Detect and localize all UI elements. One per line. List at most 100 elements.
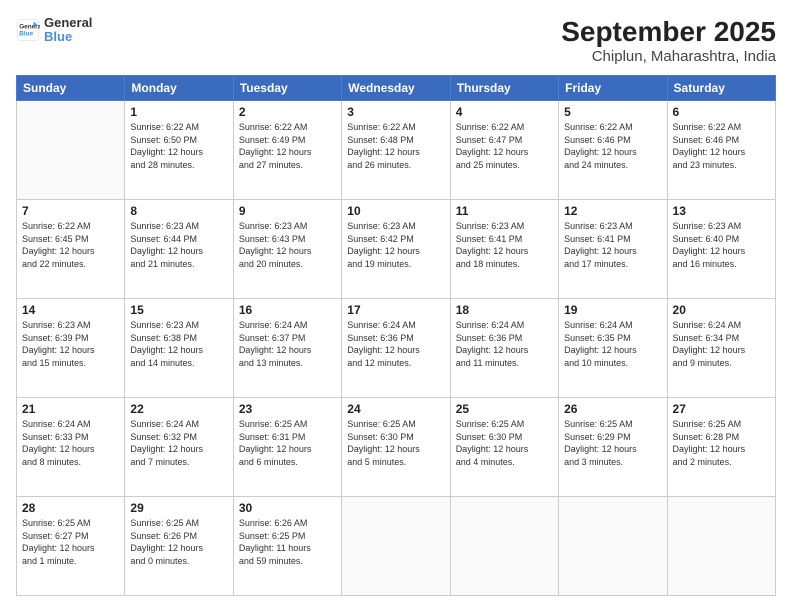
calendar-cell bbox=[559, 497, 667, 596]
day-info: Sunrise: 6:22 AM Sunset: 6:50 PM Dayligh… bbox=[130, 121, 227, 171]
calendar-subtitle: Chiplun, Maharashtra, India bbox=[561, 48, 776, 65]
day-info: Sunrise: 6:25 AM Sunset: 6:27 PM Dayligh… bbox=[22, 517, 119, 567]
calendar-cell: 2Sunrise: 6:22 AM Sunset: 6:49 PM Daylig… bbox=[233, 101, 341, 200]
day-info: Sunrise: 6:23 AM Sunset: 6:44 PM Dayligh… bbox=[130, 220, 227, 270]
svg-text:Blue: Blue bbox=[19, 31, 33, 38]
day-number: 10 bbox=[347, 204, 444, 218]
day-number: 6 bbox=[673, 105, 770, 119]
day-number: 1 bbox=[130, 105, 227, 119]
calendar-cell: 4 Sunrise: 6:22 AM Sunset: 6:47 PM Daylig… bbox=[450, 101, 558, 200]
day-info: Sunrise: 6:22 AM Sunset: 6:48 PM Dayligh… bbox=[347, 121, 444, 171]
calendar-cell: 10 Sunrise: 6:23 AM Sunset: 6:42 PM Dayli… bbox=[342, 200, 450, 299]
logo-line2: Blue bbox=[44, 30, 92, 44]
calendar-cell: 28Sunrise: 6:25 AM Sunset: 6:27 PM Dayli… bbox=[17, 497, 125, 596]
calendar-week-row: 21 Sunrise: 6:24 AM Sunset: 6:33 PM Dayli… bbox=[17, 398, 776, 497]
header: General Blue General Blue September 2025… bbox=[16, 16, 776, 65]
calendar-cell: 23 Sunrise: 6:25 AM Sunset: 6:31 PM Dayli… bbox=[233, 398, 341, 497]
page: General Blue General Blue September 2025… bbox=[0, 0, 792, 612]
day-number: 23 bbox=[239, 402, 336, 416]
logo-icon: General Blue bbox=[16, 18, 40, 42]
day-header: Wednesday bbox=[342, 76, 450, 101]
day-info: Sunrise: 6:24 AM Sunset: 6:35 PM Dayligh… bbox=[564, 319, 661, 369]
day-number: 8 bbox=[130, 204, 227, 218]
calendar-week-row: 14Sunrise: 6:23 AM Sunset: 6:39 PM Dayli… bbox=[17, 299, 776, 398]
day-header: Sunday bbox=[17, 76, 125, 101]
day-info: Sunrise: 6:22 AM Sunset: 6:45 PM Dayligh… bbox=[22, 220, 119, 270]
day-number: 9 bbox=[239, 204, 336, 218]
calendar-header-row: SundayMondayTuesdayWednesdayThursdayFrid… bbox=[17, 76, 776, 101]
calendar-cell: 18 Sunrise: 6:24 AM Sunset: 6:36 PM Dayli… bbox=[450, 299, 558, 398]
calendar-week-row: 28Sunrise: 6:25 AM Sunset: 6:27 PM Dayli… bbox=[17, 497, 776, 596]
calendar-cell bbox=[17, 101, 125, 200]
day-number: 16 bbox=[239, 303, 336, 317]
calendar-title: September 2025 bbox=[561, 16, 776, 48]
day-header: Monday bbox=[125, 76, 233, 101]
day-info: Sunrise: 6:23 AM Sunset: 6:40 PM Dayligh… bbox=[673, 220, 770, 270]
calendar-cell: 1 Sunrise: 6:22 AM Sunset: 6:50 PM Daylig… bbox=[125, 101, 233, 200]
day-info: Sunrise: 6:24 AM Sunset: 6:36 PM Dayligh… bbox=[456, 319, 553, 369]
day-number: 27 bbox=[673, 402, 770, 416]
day-info: Sunrise: 6:25 AM Sunset: 6:30 PM Dayligh… bbox=[347, 418, 444, 468]
day-number: 19 bbox=[564, 303, 661, 317]
day-number: 5 bbox=[564, 105, 661, 119]
day-info: Sunrise: 6:23 AM Sunset: 6:41 PM Dayligh… bbox=[456, 220, 553, 270]
day-number: 20 bbox=[673, 303, 770, 317]
day-info: Sunrise: 6:24 AM Sunset: 6:32 PM Dayligh… bbox=[130, 418, 227, 468]
calendar-cell: 16 Sunrise: 6:24 AM Sunset: 6:37 PM Dayli… bbox=[233, 299, 341, 398]
logo-line1: General bbox=[44, 16, 92, 30]
day-number: 4 bbox=[456, 105, 553, 119]
calendar-cell: 5 Sunrise: 6:22 AM Sunset: 6:46 PM Daylig… bbox=[559, 101, 667, 200]
day-info: Sunrise: 6:23 AM Sunset: 6:39 PM Dayligh… bbox=[22, 319, 119, 369]
day-number: 26 bbox=[564, 402, 661, 416]
day-number: 18 bbox=[456, 303, 553, 317]
calendar-week-row: 1 Sunrise: 6:22 AM Sunset: 6:50 PM Daylig… bbox=[17, 101, 776, 200]
calendar-cell: 13 Sunrise: 6:23 AM Sunset: 6:40 PM Dayli… bbox=[667, 200, 775, 299]
day-info: Sunrise: 6:25 AM Sunset: 6:30 PM Dayligh… bbox=[456, 418, 553, 468]
calendar-cell: 12Sunrise: 6:23 AM Sunset: 6:41 PM Dayli… bbox=[559, 200, 667, 299]
day-info: Sunrise: 6:23 AM Sunset: 6:41 PM Dayligh… bbox=[564, 220, 661, 270]
calendar-cell: 14Sunrise: 6:23 AM Sunset: 6:39 PM Dayli… bbox=[17, 299, 125, 398]
day-header: Thursday bbox=[450, 76, 558, 101]
day-info: Sunrise: 6:24 AM Sunset: 6:36 PM Dayligh… bbox=[347, 319, 444, 369]
day-info: Sunrise: 6:24 AM Sunset: 6:34 PM Dayligh… bbox=[673, 319, 770, 369]
day-number: 24 bbox=[347, 402, 444, 416]
day-info: Sunrise: 6:25 AM Sunset: 6:31 PM Dayligh… bbox=[239, 418, 336, 468]
day-number: 2 bbox=[239, 105, 336, 119]
calendar-cell: 11 Sunrise: 6:23 AM Sunset: 6:41 PM Dayli… bbox=[450, 200, 558, 299]
day-info: Sunrise: 6:24 AM Sunset: 6:37 PM Dayligh… bbox=[239, 319, 336, 369]
day-info: Sunrise: 6:22 AM Sunset: 6:46 PM Dayligh… bbox=[673, 121, 770, 171]
day-info: Sunrise: 6:26 AM Sunset: 6:25 PM Dayligh… bbox=[239, 517, 336, 567]
day-number: 11 bbox=[456, 204, 553, 218]
calendar-cell: 24 Sunrise: 6:25 AM Sunset: 6:30 PM Dayli… bbox=[342, 398, 450, 497]
day-info: Sunrise: 6:24 AM Sunset: 6:33 PM Dayligh… bbox=[22, 418, 119, 468]
logo-text: General Blue bbox=[44, 16, 92, 45]
day-number: 13 bbox=[673, 204, 770, 218]
calendar-cell: 15 Sunrise: 6:23 AM Sunset: 6:38 PM Dayli… bbox=[125, 299, 233, 398]
calendar-cell: 8 Sunrise: 6:23 AM Sunset: 6:44 PM Daylig… bbox=[125, 200, 233, 299]
calendar-cell bbox=[342, 497, 450, 596]
calendar-cell: 20 Sunrise: 6:24 AM Sunset: 6:34 PM Dayli… bbox=[667, 299, 775, 398]
day-number: 21 bbox=[22, 402, 119, 416]
day-number: 25 bbox=[456, 402, 553, 416]
day-info: Sunrise: 6:25 AM Sunset: 6:28 PM Dayligh… bbox=[673, 418, 770, 468]
day-header: Friday bbox=[559, 76, 667, 101]
day-number: 7 bbox=[22, 204, 119, 218]
day-info: Sunrise: 6:23 AM Sunset: 6:42 PM Dayligh… bbox=[347, 220, 444, 270]
calendar-cell: 17 Sunrise: 6:24 AM Sunset: 6:36 PM Dayli… bbox=[342, 299, 450, 398]
day-info: Sunrise: 6:23 AM Sunset: 6:43 PM Dayligh… bbox=[239, 220, 336, 270]
logo: General Blue General Blue bbox=[16, 16, 92, 45]
day-number: 3 bbox=[347, 105, 444, 119]
title-block: September 2025 Chiplun, Maharashtra, Ind… bbox=[561, 16, 776, 65]
day-info: Sunrise: 6:22 AM Sunset: 6:47 PM Dayligh… bbox=[456, 121, 553, 171]
calendar-cell: 29Sunrise: 6:25 AM Sunset: 6:26 PM Dayli… bbox=[125, 497, 233, 596]
day-info: Sunrise: 6:23 AM Sunset: 6:38 PM Dayligh… bbox=[130, 319, 227, 369]
day-number: 17 bbox=[347, 303, 444, 317]
day-info: Sunrise: 6:22 AM Sunset: 6:46 PM Dayligh… bbox=[564, 121, 661, 171]
calendar-cell: 3 Sunrise: 6:22 AM Sunset: 6:48 PM Daylig… bbox=[342, 101, 450, 200]
calendar-cell bbox=[450, 497, 558, 596]
day-number: 15 bbox=[130, 303, 227, 317]
day-number: 22 bbox=[130, 402, 227, 416]
calendar-cell: 6 Sunrise: 6:22 AM Sunset: 6:46 PM Daylig… bbox=[667, 101, 775, 200]
day-number: 30 bbox=[239, 501, 336, 515]
calendar-cell bbox=[667, 497, 775, 596]
